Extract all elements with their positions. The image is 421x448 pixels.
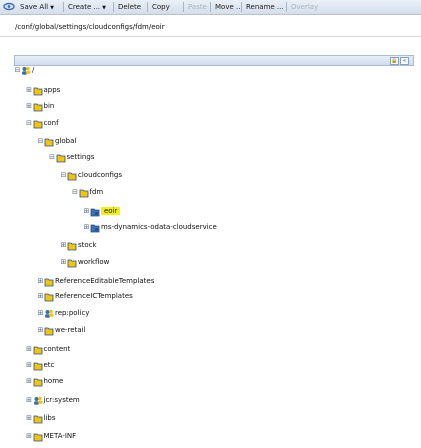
- path-input[interactable]: /conf/global/settings/cloudconfigs/fdm/e…: [15, 23, 165, 31]
- users-icon: [21, 65, 31, 76]
- collapse-toggle-icon[interactable]: ⊟: [49, 154, 56, 161]
- toolbar-rename-button[interactable]: Rename ...: [246, 2, 284, 12]
- tree-node-label[interactable]: META-INF: [44, 432, 77, 440]
- users-icon: [44, 308, 54, 319]
- folder-icon: [33, 360, 43, 371]
- collapse-icon[interactable]: «: [400, 57, 409, 65]
- toolbar-move-button[interactable]: Move ...: [215, 2, 243, 12]
- expand-toggle-icon[interactable]: ⊞: [37, 293, 44, 300]
- toolbar-create-button[interactable]: Create ... ▼: [68, 2, 106, 12]
- tree-node-label[interactable]: eoir: [101, 207, 121, 215]
- folder-icon: [33, 85, 43, 96]
- expand-toggle-icon[interactable]: ⊞: [37, 278, 44, 285]
- gear-folder-icon: [90, 206, 100, 217]
- gear-folder-icon: [90, 222, 100, 233]
- path-bar[interactable]: /conf/global/settings/cloudconfigs/fdm/e…: [0, 22, 421, 37]
- folder-icon: [67, 240, 77, 251]
- tree-node-label[interactable]: ms-dynamics-odata-cloudservice: [101, 223, 217, 231]
- chevron-down-icon: ▼: [102, 5, 107, 11]
- expand-toggle-icon[interactable]: ⊞: [83, 224, 90, 231]
- folder-icon: [56, 152, 66, 163]
- tree-node-label[interactable]: fdm: [90, 188, 104, 196]
- folder-icon: [67, 170, 77, 181]
- folder-icon: [44, 325, 54, 336]
- folder-icon: [33, 344, 43, 355]
- collapse-toggle-icon[interactable]: ⊟: [37, 138, 44, 145]
- toolbar-button-label: Move ...: [215, 3, 243, 11]
- users-icon: [33, 395, 43, 406]
- folder-icon: [33, 431, 43, 442]
- toolbar-button-label: Overlay: [291, 3, 319, 11]
- collapse-toggle-icon[interactable]: ⊟: [26, 120, 33, 127]
- toolbar-button-label: Create ...: [68, 3, 101, 11]
- expand-toggle-icon[interactable]: ⊞: [60, 242, 67, 249]
- lock-icon[interactable]: 🔒: [390, 57, 399, 65]
- tree-node-label[interactable]: cloudconfigs: [78, 171, 122, 179]
- expand-toggle-icon[interactable]: ⊞: [26, 103, 33, 110]
- toolbar-button-label: Copy: [152, 3, 170, 11]
- tree-node-label[interactable]: rep:policy: [55, 309, 89, 317]
- toolbar-button-label: Paste: [188, 3, 207, 11]
- expand-toggle-icon[interactable]: ⊞: [26, 397, 33, 404]
- tree-node-label[interactable]: settings: [67, 153, 95, 161]
- expand-toggle-icon[interactable]: ⊞: [37, 310, 44, 317]
- tree-node-label[interactable]: home: [44, 377, 64, 385]
- tree-node-label[interactable]: etc: [44, 361, 55, 369]
- tree-node-label[interactable]: stock: [78, 241, 97, 249]
- tree-node-label[interactable]: bin: [44, 102, 55, 110]
- crx-logo-icon: [3, 2, 15, 11]
- expand-toggle-icon[interactable]: ⊞: [37, 327, 44, 334]
- expand-toggle-icon[interactable]: ⊞: [83, 208, 90, 215]
- toolbar-separator: [183, 2, 184, 12]
- expand-toggle-icon[interactable]: ⊞: [26, 433, 33, 440]
- tree-node-label[interactable]: conf: [44, 119, 59, 127]
- expand-toggle-icon[interactable]: ⊞: [26, 346, 33, 353]
- tree-node-label[interactable]: global: [55, 137, 76, 145]
- toolbar-saveall-button[interactable]: Save All ▼: [20, 2, 54, 12]
- folder-icon: [79, 187, 89, 198]
- toolbar-separator: [241, 2, 242, 12]
- toolbar-separator: [63, 2, 64, 12]
- folder-icon: [67, 257, 77, 268]
- toolbar-button-label: Delete: [118, 3, 141, 11]
- collapse-toggle-icon[interactable]: ⊟: [14, 67, 21, 74]
- tree-node-label[interactable]: libs: [44, 414, 56, 422]
- folder-icon: [33, 101, 43, 112]
- tree-node-label[interactable]: workflow: [78, 258, 109, 266]
- collapse-toggle-icon[interactable]: ⊟: [72, 189, 79, 196]
- tree-header: 🔒 «: [14, 55, 414, 66]
- expand-toggle-icon[interactable]: ⊞: [60, 259, 67, 266]
- tree-node-label[interactable]: we-retail: [55, 326, 86, 334]
- expand-toggle-icon[interactable]: ⊞: [26, 362, 33, 369]
- folder-icon: [44, 291, 54, 302]
- tree-node-label[interactable]: apps: [44, 86, 61, 94]
- toolbar-button-label: Save All: [20, 3, 49, 11]
- tree-node-label[interactable]: jcr:system: [44, 396, 80, 404]
- folder-icon: [33, 118, 43, 129]
- toolbar: Save All ▼ Create ... ▼ Delete Copy Paste Move …: [0, 0, 421, 15]
- folder-icon: [33, 376, 43, 387]
- chevron-down-icon: ▼: [50, 5, 54, 11]
- toolbar-separator: [210, 2, 211, 12]
- folder-icon: [44, 276, 54, 287]
- toolbar-paste-button[interactable]: Paste: [188, 2, 207, 12]
- toolbar-delete-button[interactable]: Delete: [118, 2, 141, 12]
- toolbar-overlay-button[interactable]: Overlay: [291, 2, 318, 12]
- expand-toggle-icon[interactable]: ⊞: [26, 415, 33, 422]
- tree-node-label[interactable]: /: [32, 66, 34, 74]
- toolbar-separator: [113, 2, 114, 12]
- folder-icon: [33, 413, 43, 424]
- toolbar-copy-button[interactable]: Copy: [152, 2, 170, 12]
- toolbar-separator: [147, 2, 148, 12]
- expand-toggle-icon[interactable]: ⊞: [26, 87, 33, 94]
- tree-node-label[interactable]: content: [44, 345, 71, 353]
- expand-toggle-icon[interactable]: ⊞: [26, 378, 33, 385]
- toolbar-separator: [286, 2, 287, 12]
- tree-node-label[interactable]: ReferenceEditableTemplates: [55, 277, 154, 285]
- toolbar-button-label: Rename ...: [246, 3, 284, 11]
- folder-icon: [44, 136, 54, 147]
- tree-node-label[interactable]: ReferenceICTemplates: [55, 292, 133, 300]
- collapse-toggle-icon[interactable]: ⊟: [60, 172, 67, 179]
